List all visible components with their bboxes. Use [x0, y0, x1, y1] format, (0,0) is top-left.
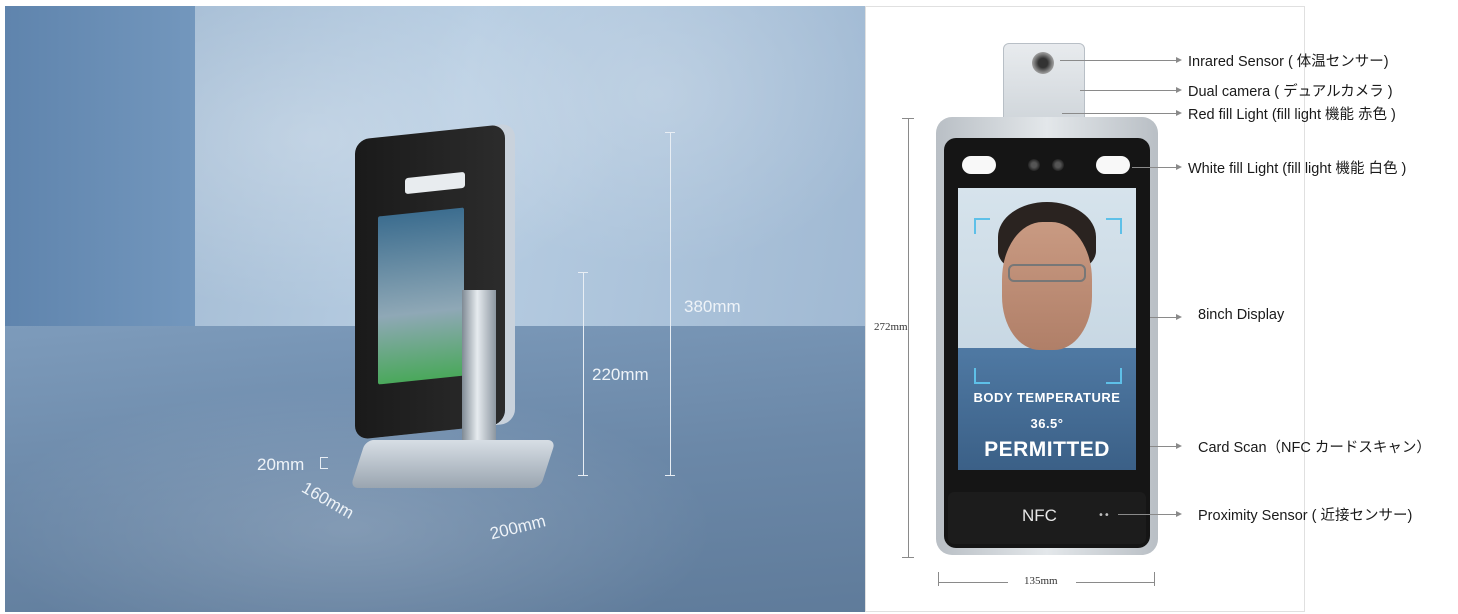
- dim-135: 135mm: [1024, 575, 1058, 587]
- nfc-panel: NFC ••: [948, 492, 1146, 544]
- dim-tick: [578, 272, 588, 273]
- scan-corner-icon: [1106, 368, 1122, 384]
- dim-tick: [1154, 572, 1155, 586]
- eight-inch-display: BODY TEMPERATURE 36.5° PERMITTED: [958, 188, 1136, 470]
- arrow-icon: [1176, 87, 1182, 93]
- arrow-icon: [1176, 443, 1182, 449]
- screen-line-1: BODY TEMPERATURE: [973, 390, 1121, 405]
- dim-tick: [665, 132, 675, 133]
- callout-line: [1118, 514, 1178, 515]
- arrow-icon: [1176, 164, 1182, 170]
- dim-line-width: [938, 582, 1008, 583]
- callout-infrared-sensor: Inrared Sensor ( 体温センサー): [1188, 54, 1389, 70]
- dim-tick: [578, 475, 588, 476]
- arrow-icon: [1176, 511, 1182, 517]
- device-pole: [462, 290, 496, 460]
- screen-temperature: 36.5°: [1030, 416, 1064, 431]
- callout-proximity-sensor: Proximity Sensor ( 近接センサー): [1198, 508, 1413, 524]
- callout-line: [1080, 90, 1178, 91]
- dim-20: 20mm: [257, 455, 305, 474]
- nfc-label: NFC: [1022, 506, 1057, 525]
- dim-tick: [938, 572, 939, 586]
- dim-272: 272mm: [874, 321, 908, 333]
- scan-corner-icon: [974, 368, 990, 384]
- callout-white-fill-light: White fill Light (fill light 機能 白色 ): [1188, 161, 1407, 177]
- callout-line: [1132, 167, 1178, 168]
- device-base: [350, 440, 556, 488]
- glasses-icon: [1008, 264, 1086, 282]
- white-fill-light-right: [1096, 156, 1130, 174]
- camera-lens-icon: [1032, 52, 1054, 74]
- callout-line: [1060, 60, 1178, 61]
- wall-shadow: [5, 6, 195, 336]
- screen-permitted: PERMITTED: [984, 438, 1110, 461]
- callout-card-scan: Card Scan（NFC カードスキャン）: [1198, 440, 1431, 456]
- callout-red-fill-light: Red fill Light (fill light 機能 赤色 ): [1188, 107, 1396, 123]
- scan-corner-icon: [974, 218, 990, 234]
- dim-380: 380mm: [684, 297, 741, 316]
- person-face: [1002, 222, 1092, 350]
- callout-dual-camera: Dual camera ( デュアルカメラ ): [1188, 84, 1393, 100]
- callout-line: [1062, 113, 1178, 114]
- dim-tick: [665, 475, 675, 476]
- dim-tick: [320, 457, 328, 458]
- callout-line: [1150, 317, 1178, 318]
- dim-tick: [320, 468, 328, 469]
- camera-dot-icon: [1052, 159, 1064, 171]
- arrow-icon: [1176, 314, 1182, 320]
- arrow-icon: [1176, 110, 1182, 116]
- dim-line-total: [670, 132, 671, 476]
- camera-dot-icon: [1028, 159, 1040, 171]
- dim-tick: [902, 557, 914, 558]
- dim-line-height: [908, 118, 909, 558]
- dim-line-pole: [583, 272, 584, 476]
- arrow-icon: [1176, 57, 1182, 63]
- callout-line: [1150, 446, 1178, 447]
- device-screen: [378, 207, 464, 385]
- proximity-sensor-icon: ••: [1098, 510, 1110, 521]
- dim-tick: [902, 118, 914, 119]
- callout-display: 8inch Display: [1198, 307, 1285, 323]
- scan-corner-icon: [1106, 218, 1122, 234]
- white-fill-light-left: [962, 156, 996, 174]
- dim-line-width: [1076, 582, 1154, 583]
- dim-220: 220mm: [592, 365, 649, 384]
